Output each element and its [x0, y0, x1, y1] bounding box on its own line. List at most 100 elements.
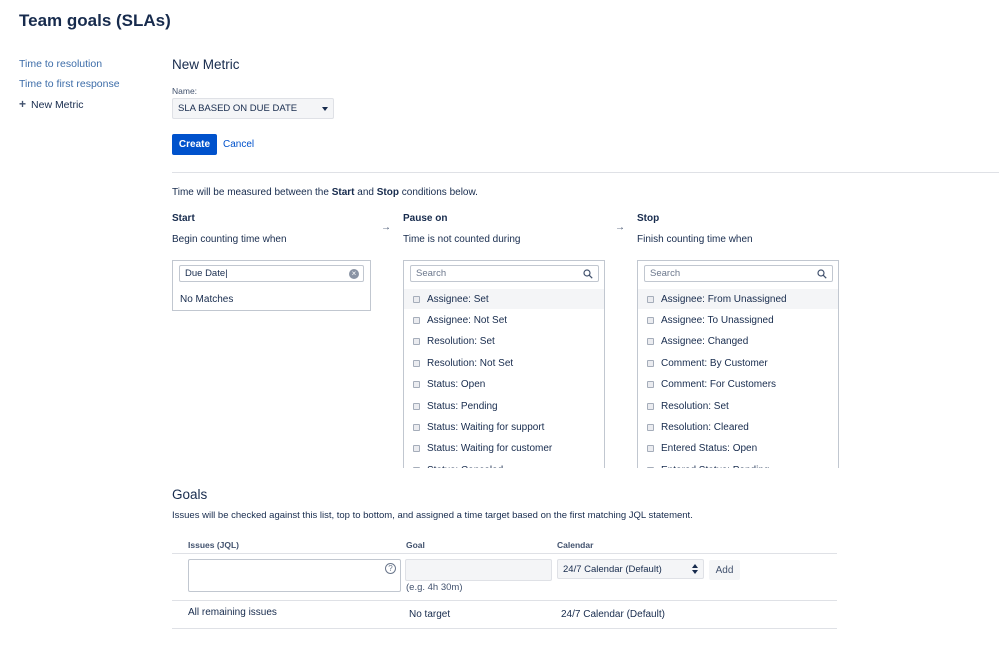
condition-label: Status: Canceled — [427, 465, 503, 468]
condition-option[interactable]: Status: Canceled — [404, 460, 604, 468]
condition-option[interactable]: Resolution: Set — [404, 332, 604, 352]
checkbox[interactable] — [647, 359, 654, 367]
checkbox[interactable] — [413, 316, 420, 324]
sidebar-item-new-metric[interactable]: + New Metric — [19, 97, 84, 111]
remaining-calendar-cell: 24/7 Calendar (Default) — [561, 609, 665, 620]
checkbox[interactable] — [647, 445, 654, 453]
cancel-link[interactable]: Cancel — [223, 139, 254, 150]
condition-label: Resolution: Set — [661, 400, 729, 412]
add-button[interactable]: Add — [709, 560, 740, 580]
checkbox[interactable] — [413, 359, 420, 367]
plus-icon: + — [19, 97, 27, 111]
condition-option[interactable]: Resolution: Set — [638, 396, 838, 416]
condition-label: Status: Pending — [427, 400, 498, 412]
condition-option[interactable]: Status: Waiting for customer — [404, 439, 604, 459]
no-matches-text: No Matches — [180, 294, 234, 305]
goals-description: Issues will be checked against this list… — [172, 510, 693, 521]
remaining-issues-cell: All remaining issues — [188, 607, 277, 618]
condition-option[interactable]: Status: Waiting for support — [404, 417, 604, 437]
conditions-intro: Time will be measured between the Start … — [172, 187, 478, 198]
condition-label: Status: Waiting for support — [427, 421, 545, 433]
stop-heading: Stop — [637, 213, 660, 224]
checkbox[interactable] — [647, 381, 654, 389]
checkbox[interactable] — [413, 295, 420, 303]
stop-conditions-panel: Search Assignee: From Unassigned Assignee… — [637, 260, 839, 468]
stop-subheading: Finish counting time when — [637, 234, 753, 245]
condition-label: Entered Status: Pending — [661, 465, 769, 468]
column-header-calendar: Calendar — [557, 540, 594, 550]
goal-hint: (e.g. 4h 30m) — [406, 582, 463, 593]
remaining-goal-cell: No target — [409, 609, 451, 620]
checkbox[interactable] — [647, 402, 654, 410]
help-icon[interactable]: ? — [385, 563, 396, 574]
checkbox[interactable] — [413, 381, 420, 389]
pause-conditions-panel: Search Assignee: Set Assignee: Not Set Res… — [403, 260, 605, 468]
condition-option[interactable]: Assignee: Set — [404, 289, 604, 309]
condition-label: Assignee: To Unassigned — [661, 314, 774, 326]
checkbox[interactable] — [647, 466, 654, 468]
sidebar-item-label: New Metric — [31, 99, 84, 111]
condition-label: Status: Waiting for customer — [427, 443, 553, 455]
create-button[interactable]: Create — [172, 134, 217, 155]
column-header-goal: Goal — [406, 540, 425, 550]
start-heading: Start — [172, 213, 195, 224]
jql-input[interactable]: ? — [188, 559, 401, 592]
condition-label: Resolution: Not Set — [427, 357, 514, 369]
pause-heading: Pause on — [403, 213, 448, 224]
chevron-down-icon — [322, 106, 328, 111]
metric-name-select[interactable]: SLA BASED ON DUE DATE — [172, 98, 334, 119]
checkbox[interactable] — [413, 466, 420, 468]
arrow-right-icon: → — [381, 222, 391, 233]
condition-option[interactable]: Status: Open — [404, 375, 604, 395]
checkbox[interactable] — [647, 423, 654, 431]
condition-option[interactable]: Comment: For Customers — [638, 375, 838, 395]
text-cursor: | — [225, 268, 228, 279]
checkbox[interactable] — [647, 295, 654, 303]
checkbox[interactable] — [413, 445, 420, 453]
condition-option[interactable]: Assignee: To Unassigned — [638, 310, 838, 330]
section-divider — [172, 172, 999, 173]
condition-label: Assignee: From Unassigned — [661, 293, 787, 305]
sidebar-item-time-to-resolution[interactable]: Time to resolution — [19, 58, 102, 70]
table-bottom-divider — [172, 628, 837, 629]
clear-icon[interactable]: × — [349, 269, 359, 279]
search-icon — [817, 269, 827, 279]
sort-arrows-icon — [692, 564, 698, 574]
condition-label: Comment: By Customer — [661, 357, 768, 369]
goals-title: Goals — [172, 487, 208, 502]
stop-search-input[interactable]: Search — [644, 265, 833, 282]
condition-label: Assignee: Not Set — [427, 314, 508, 326]
condition-option[interactable]: Resolution: Cleared — [638, 417, 838, 437]
checkbox[interactable] — [413, 402, 420, 410]
column-header-issues: Issues (JQL) — [188, 540, 240, 550]
pause-search-input[interactable]: Search — [410, 265, 599, 282]
condition-option[interactable]: Comment: By Customer — [638, 353, 838, 373]
condition-option[interactable]: Entered Status: Open — [638, 439, 838, 459]
arrow-right-icon: → — [615, 222, 625, 233]
checkbox[interactable] — [413, 423, 420, 431]
condition-option[interactable]: Assignee: Not Set — [404, 310, 604, 330]
condition-label: Entered Status: Open — [661, 443, 758, 455]
checkbox[interactable] — [413, 338, 420, 346]
metric-name-value: SLA BASED ON DUE DATE — [178, 103, 298, 114]
condition-option[interactable]: Assignee: From Unassigned — [638, 289, 838, 309]
table-row-divider — [172, 600, 837, 601]
goal-input[interactable] — [405, 559, 552, 581]
checkbox[interactable] — [647, 316, 654, 324]
condition-label: Assignee: Changed — [661, 336, 749, 348]
condition-label: Comment: For Customers — [661, 379, 777, 391]
condition-option[interactable]: Assignee: Changed — [638, 332, 838, 352]
table-header-divider — [172, 553, 837, 554]
calendar-select-value: 24/7 Calendar (Default) — [563, 563, 662, 575]
start-conditions-panel: Due Date | × No Matches — [172, 260, 371, 311]
condition-label: Resolution: Cleared — [661, 421, 749, 433]
name-label: Name: — [172, 86, 198, 96]
condition-option[interactable]: Status: Pending — [404, 396, 604, 416]
condition-option[interactable]: Resolution: Not Set — [404, 353, 604, 373]
sidebar-item-time-to-first-response[interactable]: Time to first response — [19, 78, 120, 90]
condition-option[interactable]: Entered Status: Pending — [638, 460, 838, 468]
start-search-input[interactable]: Due Date | × — [179, 265, 364, 282]
calendar-select[interactable]: 24/7 Calendar (Default) — [557, 559, 704, 579]
checkbox[interactable] — [647, 338, 654, 346]
condition-label: Assignee: Set — [427, 293, 489, 305]
